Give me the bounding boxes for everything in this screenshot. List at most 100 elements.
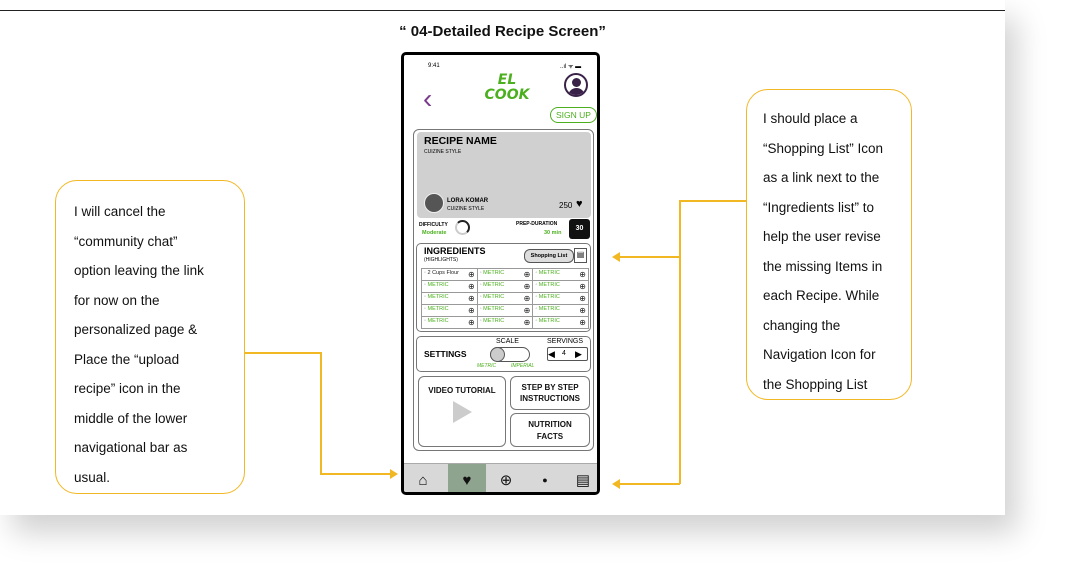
author-avatar <box>424 193 444 213</box>
ingredient-cell: ◦ 2 Cups Flour ⊕ <box>421 268 478 281</box>
ingredient-text: METRIC <box>538 294 560 300</box>
note-left: I will cancel the “community chat” optio… <box>55 180 245 494</box>
ingredient-text: METRIC <box>538 282 560 288</box>
ingredient-cell: ◦ METRIC ⊕ <box>532 268 589 281</box>
ingredient-cell: ◦ METRIC ⊕ <box>532 280 589 293</box>
connector-left-h2 <box>320 473 392 475</box>
ingredient-cell: ◦ METRIC ⊕ <box>476 292 534 305</box>
difficulty-gauge-icon <box>455 220 470 235</box>
servings-increase-icon[interactable]: ▶ <box>575 348 582 360</box>
connector-right-v <box>679 200 681 484</box>
add-ingredient-icon[interactable]: ⊕ <box>468 282 475 291</box>
ingredient-text: METRIC <box>483 306 505 312</box>
difficulty-value: Moderate <box>422 230 447 236</box>
shopping-list-icon[interactable]: ▤ <box>574 248 587 263</box>
video-tutorial-label: VIDEO TUTORIAL <box>428 386 496 395</box>
nutrition-facts-button[interactable]: NUTRITION FACTS <box>510 413 590 447</box>
prep-value: 30 min <box>544 230 562 236</box>
recipe-name: RECIPE NAME <box>424 135 497 147</box>
slide: “ 04-Detailed Recipe Screen” I will canc… <box>0 0 1005 515</box>
arrow-right-head-1 <box>612 252 620 262</box>
logo-line1: EL <box>497 72 517 88</box>
add-ingredient-icon[interactable]: ⊕ <box>579 294 586 303</box>
signup-button[interactable]: SIGN UP <box>550 107 597 123</box>
ingredient-text: METRIC <box>483 270 505 276</box>
ingredients-grid: ◦ 2 Cups Flour ⊕ ◦ METRIC ⊕ ◦ METRIC ⊕ ◦ METRI… <box>421 268 589 329</box>
like-heart-icon[interactable]: ♥ <box>576 198 583 210</box>
servings-stepper[interactable]: ◀ 4 ▶ <box>547 347 588 361</box>
add-ingredient-icon[interactable]: ⊕ <box>524 294 531 303</box>
scale-toggle[interactable] <box>490 347 530 362</box>
add-ingredient-icon[interactable]: ⊕ <box>524 270 531 279</box>
play-icon <box>452 401 472 423</box>
ingredient-text: METRIC <box>538 306 560 312</box>
step-by-step-button[interactable]: STEP BY STEP INSTRUCTIONS <box>510 376 590 410</box>
ingredient-cell: ◦ METRIC ⊕ <box>476 268 534 281</box>
scale-toggle-knob <box>490 347 505 362</box>
connector-left-v <box>320 352 322 474</box>
add-ingredient-icon[interactable]: ⊕ <box>524 282 531 291</box>
ingredient-row: ◦ METRIC ⊕ ◦ METRIC ⊕ ◦ METRIC ⊕ <box>421 304 589 317</box>
add-ingredient-icon[interactable]: ⊕ <box>468 318 475 327</box>
ingredient-cell: ◦ METRIC ⊕ <box>476 304 534 317</box>
ingredient-cell: ◦ METRIC ⊕ <box>421 316 478 329</box>
ingredient-text: METRIC <box>427 294 449 300</box>
ingredient-text: METRIC <box>483 318 505 324</box>
ingredient-cell: ◦ METRIC ⊕ <box>421 280 478 293</box>
arrow-left-head <box>390 469 398 479</box>
ingredient-cell: ◦ METRIC ⊕ <box>532 316 589 329</box>
ingredient-row: ◦ METRIC ⊕ ◦ METRIC ⊕ ◦ METRIC ⊕ <box>421 292 589 305</box>
servings-label: SERVINGS <box>547 338 584 345</box>
ingredient-text: METRIC <box>483 282 505 288</box>
ingredients-subtitle: (HIGHLIGHTS) <box>424 257 458 263</box>
note-right-text: I should place a “Shopping List” Icon as… <box>763 111 884 392</box>
author-style: CUIZINE STYLE <box>447 206 485 212</box>
recipe-style: CUIZINE STYLE <box>424 149 462 155</box>
ingredient-cell: ◦ METRIC ⊕ <box>421 304 478 317</box>
nav-plus-circle-icon[interactable]: ⊕ <box>487 464 525 492</box>
add-ingredient-icon[interactable]: ⊕ <box>579 282 586 291</box>
difficulty-label: DIFFICULTY <box>419 222 448 228</box>
ingredients-title: INGREDIENTS <box>424 246 486 256</box>
scale-imperial: IMPERIAL <box>511 363 535 369</box>
scale-label: SCALE <box>496 338 519 345</box>
connector-right-h0 <box>679 200 746 202</box>
author-name: LORA KOMAR <box>447 198 489 204</box>
add-ingredient-icon[interactable]: ⊕ <box>524 306 531 315</box>
back-icon[interactable]: ‹ <box>423 85 432 113</box>
video-tutorial-button[interactable]: VIDEO TUTORIAL <box>418 376 506 447</box>
add-ingredient-icon[interactable]: ⊕ <box>524 318 531 327</box>
add-ingredient-icon[interactable]: ⊕ <box>468 270 475 279</box>
likes-count: 250 <box>559 201 573 210</box>
ingredient-text: METRIC <box>427 318 449 324</box>
nav-heart-icon[interactable]: ♥ <box>448 464 486 492</box>
add-ingredient-icon[interactable]: ⊕ <box>468 294 475 303</box>
arrow-right-head-2 <box>612 479 620 489</box>
add-ingredient-icon[interactable]: ⊕ <box>468 306 475 315</box>
scale-metric: METRIC <box>477 363 497 369</box>
ingredient-row: ◦ 2 Cups Flour ⊕ ◦ METRIC ⊕ ◦ METRIC ⊕ <box>421 268 589 281</box>
status-time: 9:41 <box>428 63 440 69</box>
shopping-list-button[interactable]: Shopping List <box>524 249 574 263</box>
ingredient-text: METRIC <box>427 306 449 312</box>
ingredient-text: METRIC <box>538 318 560 324</box>
nav-home-icon[interactable]: ⌂ <box>404 464 442 492</box>
ingredient-text: 2 Cups Flour <box>427 270 459 276</box>
ingredient-row: ◦ METRIC ⊕ ◦ METRIC ⊕ ◦ METRIC ⊕ <box>421 280 589 293</box>
logo-line2: COOK <box>484 87 530 103</box>
ingredient-text: METRIC <box>483 294 505 300</box>
phone-mockup: 9:41 ..ıl ᯤ ▬ ‹ EL COOK SIGN UP RECIPE N… <box>401 52 600 495</box>
servings-decrease-icon[interactable]: ◀ <box>548 348 555 360</box>
bottom-nav: ⌂ ♥ ⊕ ● ▤ <box>404 463 597 492</box>
ingredient-cell: ◦ METRIC ⊕ <box>476 280 534 293</box>
connector-right-h2 <box>620 483 680 485</box>
add-ingredient-icon[interactable]: ⊕ <box>579 306 586 315</box>
ingredient-text: METRIC <box>538 270 560 276</box>
add-ingredient-icon[interactable]: ⊕ <box>579 270 586 279</box>
profile-avatar-icon[interactable] <box>564 73 588 97</box>
nav-search-icon[interactable]: ● <box>526 464 564 492</box>
nav-shopping-list-icon[interactable]: ▤ <box>564 464 597 492</box>
add-ingredient-icon[interactable]: ⊕ <box>579 318 586 327</box>
logo: EL COOK <box>482 73 532 103</box>
connector-right-h1 <box>620 256 680 258</box>
